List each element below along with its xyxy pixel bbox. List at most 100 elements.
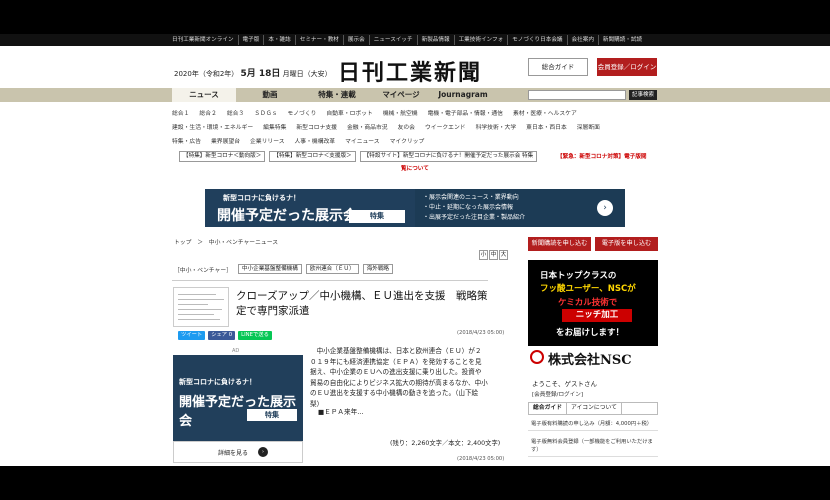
date-year: 2020年（令和2年）: [174, 70, 239, 78]
article-section-heading: ■ＥＰＡ来年...: [318, 408, 364, 416]
article-tag[interactable]: 欧州連合（ＥＵ）: [305, 264, 359, 274]
sidebar-ad[interactable]: 日本トップクラスの フッ酸ユーザー、NSCが ケミカル技術で ニッチ加工 をお届…: [528, 260, 658, 346]
tab-journagram[interactable]: Journagram: [432, 88, 494, 102]
category-link[interactable]: 企業リリース: [250, 136, 285, 145]
tab-features[interactable]: 特集・連載: [304, 88, 370, 102]
sidebar-ad-line: フッ酸ユーザー、NSCが: [540, 284, 636, 294]
category-link[interactable]: 科学技術・大学: [476, 122, 517, 131]
category-link[interactable]: マイニュース: [345, 136, 380, 145]
guide-button[interactable]: 総合ガイド: [528, 58, 588, 76]
thumbnail-line: [178, 304, 208, 305]
top-nav-item[interactable]: モノづくり日本会議: [507, 35, 566, 45]
category-link[interactable]: ウイークエンド: [425, 122, 466, 131]
top-nav-item[interactable]: 電子版: [237, 35, 264, 45]
category-link[interactable]: 東日本・西日本: [526, 122, 567, 131]
top-nav-item[interactable]: 本・雑誌: [263, 35, 294, 45]
category-link[interactable]: マイクリップ: [390, 136, 425, 145]
tab-news[interactable]: ニュース: [172, 88, 236, 102]
category-link[interactable]: 業界展望台: [211, 136, 240, 145]
font-size-large[interactable]: 大: [499, 250, 508, 260]
inline-ad[interactable]: 新型コロナに負けるナ！ 開催予定だった展示会 特集 詳細を見る ›: [173, 355, 303, 463]
article-tag[interactable]: 海外戦略: [362, 264, 394, 274]
top-nav-item[interactable]: 工業技術インフォ: [453, 35, 508, 45]
thumbnail-line: [178, 309, 222, 310]
category-link[interactable]: 編集特集: [263, 122, 286, 131]
category-link[interactable]: モノづくり: [287, 108, 316, 117]
guest-login-link[interactable]: [会員登録/ログイン]: [532, 390, 583, 398]
tab-mypage[interactable]: マイページ: [370, 88, 432, 102]
top-nav-item[interactable]: 新聞購読・試読: [597, 35, 646, 45]
ad-label: AD: [232, 348, 240, 354]
category-link[interactable]: 新型コロナ支援: [296, 122, 337, 131]
breadcrumb[interactable]: トップ ＞ 中小・ベンチャーニュース: [174, 237, 278, 246]
font-size-medium[interactable]: 中: [489, 250, 498, 260]
sidebar-link-paid[interactable]: 電子版有料購読の申し込み（月額：4,000円＋税）: [528, 418, 658, 431]
article-thumbnail[interactable]: [173, 287, 229, 327]
category-link[interactable]: 人事・機構改革: [295, 136, 336, 145]
top-nav-item[interactable]: 新製品情報: [416, 35, 454, 45]
exhibition-banner[interactable]: 新型コロナに負けるナ！ 開催予定だった展示会 特集 ・展示会関連のニュース・業界…: [205, 189, 625, 227]
category-link[interactable]: 電機・電子部品・情報・通信: [428, 108, 503, 117]
line-share-button[interactable]: LINEで送る: [238, 331, 272, 340]
welcome-text: ようこそ、ゲストさん: [532, 380, 597, 388]
sidebar-link-free[interactable]: 電子版無料会員登録（一部機能をご利用いただけます）: [528, 436, 658, 457]
chevron-right-icon: ›: [258, 447, 268, 457]
top-nav-item[interactable]: 展示会: [342, 35, 369, 45]
category-link[interactable]: 深層断面: [577, 122, 600, 131]
article-tag[interactable]: 中小企業基盤整備機構: [237, 264, 302, 274]
category-row: 特集・広告 業界展望台 企業リリース 人事・機構改革 マイニュース マイクリップ: [172, 134, 658, 146]
top-nav-item[interactable]: 会社案内: [566, 35, 598, 45]
category-link[interactable]: 素材・医療・ヘルスケア: [513, 108, 577, 117]
tweet-button[interactable]: ツイート: [178, 331, 206, 340]
article-category[interactable]: ［中小・ベンチャー］: [174, 265, 232, 274]
category-row: 総合１ 総合２ 総合３ ＳＤＧｓ モノづくり 自動車・ロボット 機械・航空機 電機・電子部品・…: [172, 106, 658, 118]
top-nav-item[interactable]: 日刊工業新聞オンライン: [172, 35, 238, 45]
sidebar-tabs: 総合ガイド アイコンについて: [528, 402, 658, 415]
thumbnail-line: [178, 294, 216, 295]
category-link[interactable]: 金融・商品市況: [347, 122, 388, 131]
subscribe-digital-button[interactable]: 電子版を申し込む: [595, 237, 658, 251]
category-link[interactable]: 総合３: [227, 108, 244, 117]
tab-guide[interactable]: 総合ガイド: [529, 403, 567, 414]
font-size-small[interactable]: 小: [479, 250, 488, 260]
category-link[interactable]: 自動車・ロボット: [326, 108, 372, 117]
tab-icons[interactable]: アイコンについて: [567, 403, 622, 414]
category-link[interactable]: ＳＤＧｓ: [254, 108, 277, 117]
tab-video[interactable]: 動画: [236, 88, 304, 102]
special-link-trend[interactable]: 【特集】新型コロナ＜動向版＞: [179, 151, 266, 162]
ad-more-link[interactable]: 詳細を見る: [218, 448, 248, 457]
category-link[interactable]: 特集・広告: [172, 136, 201, 145]
category-link[interactable]: 総合２: [199, 108, 216, 117]
login-button[interactable]: 会員登録／ログイン: [597, 58, 657, 76]
category-link[interactable]: 友の会: [398, 122, 415, 131]
subscribe-paper-button[interactable]: 新聞購読を申し込む: [528, 237, 591, 251]
banner-bullet: ・出展予定だった注目企業・製品紹介: [423, 214, 526, 221]
emergency-notice-link[interactable]: 【緊急：新型コロナ対策】電子版閲: [557, 152, 647, 160]
nsc-logo[interactable]: 株式会社NSC: [528, 346, 658, 370]
banner-subtitle: 新型コロナに負けるナ！: [223, 194, 300, 202]
category-link[interactable]: 機械・航空機: [383, 108, 418, 117]
banner-tag: 特集: [349, 210, 405, 223]
date-month-day: 5月 18日: [240, 69, 281, 79]
facebook-share-button[interactable]: シェア 0: [208, 331, 236, 340]
category-link[interactable]: 建設・生活・環境・エネルギー: [172, 122, 253, 131]
sidebar-ad-line: 日本トップクラスの: [540, 271, 617, 281]
thumbnail-line: [178, 299, 224, 300]
category-link[interactable]: 総合１: [172, 108, 189, 117]
special-links: 【特集】新型コロナ＜動向版＞ 【特集】新型コロナ＜支援版＞ 【特設サイト】新型コ…: [179, 151, 541, 162]
article-char-count: (残り：2,260文字／本文：2,400文字): [390, 440, 501, 447]
top-nav-item[interactable]: ニュースイッチ: [368, 35, 417, 45]
top-nav-item[interactable]: セミナー・教材: [294, 35, 343, 45]
chevron-right-icon[interactable]: ›: [597, 200, 613, 216]
special-link-support[interactable]: 【特集】新型コロナ＜支援版＞: [269, 151, 356, 162]
category-nav: 総合１ 総合２ 総合３ ＳＤＧｓ モノづくり 自動車・ロボット 機械・航空機 電機・電子部品・…: [172, 106, 658, 148]
search-input[interactable]: [528, 90, 626, 100]
nsc-name: 株式会社NSC: [548, 353, 632, 368]
issue-date: 2020年（令和2年） 5月 18日 月曜日（大安）: [174, 66, 332, 79]
search-button[interactable]: 記事検索: [629, 90, 657, 100]
emergency-notice-link-cont[interactable]: 覧について: [401, 164, 429, 172]
site-logo[interactable]: 日刊工業新聞: [338, 55, 482, 87]
special-link-exhibition[interactable]: 【特設サイト】新型コロナに負けるナ！開催予定だった展示会 特集: [359, 151, 538, 162]
article-title: クローズアップ／中小機構、ＥＵ進出を支援 戦略策定で専門家派遣: [236, 290, 488, 317]
article-date-bottom: (2018/4/23 05:00): [457, 456, 505, 462]
